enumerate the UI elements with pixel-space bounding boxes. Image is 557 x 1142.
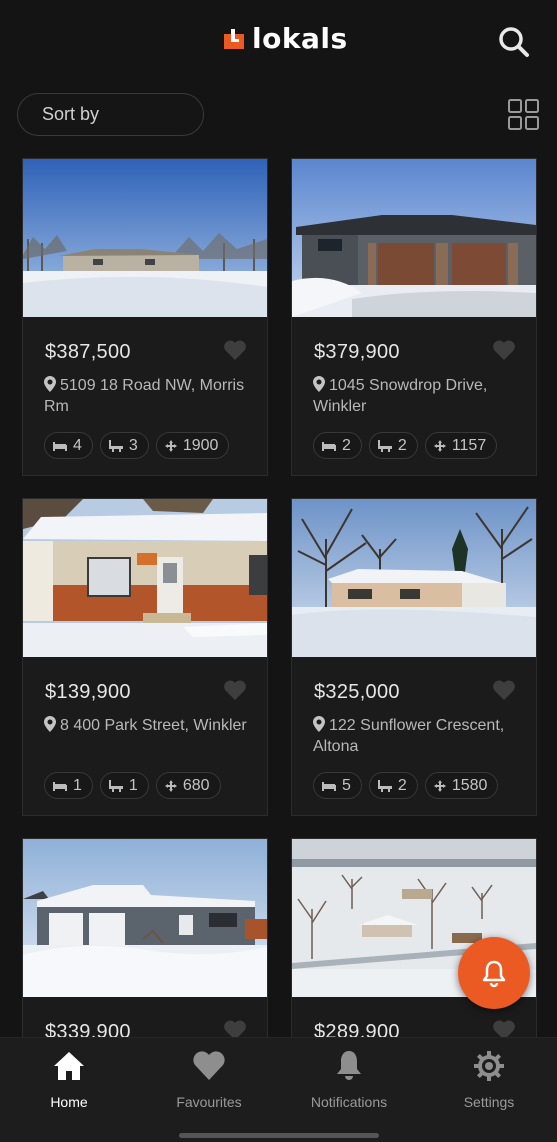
listing-address-text: 8 400 Park Street, Winkler — [60, 717, 247, 734]
baths-count: 1 — [99, 772, 149, 799]
bath-icon — [108, 779, 123, 792]
gear-icon — [474, 1051, 504, 1081]
bed-icon — [53, 441, 67, 451]
tab-settings[interactable]: Settings — [429, 1048, 549, 1118]
brand-name: lokals — [252, 22, 348, 55]
listing-address: 5109 18 Road NW, Morris Rm — [44, 375, 259, 417]
sqft-count: 1900 — [155, 432, 230, 459]
beds-count: 4 — [44, 432, 93, 459]
tab-favourites[interactable]: Favourites — [149, 1048, 269, 1118]
sqft-value: 1900 — [182, 436, 219, 454]
sqft-value: 1157 — [451, 436, 487, 454]
listing-photo — [23, 839, 267, 997]
beds-value: 4 — [73, 436, 82, 454]
sqft-count: 1157 — [424, 432, 498, 459]
listing-address: 8 400 Park Street, Winkler — [44, 715, 259, 736]
beds-count: 1 — [44, 772, 93, 799]
favourite-heart-icon[interactable] — [492, 339, 516, 361]
listing-card[interactable]: $387,500 5109 18 Road NW, Morris Rm 4 3 … — [22, 158, 268, 476]
listing-address-text: 122 Sunflower Crescent, Altona — [313, 717, 505, 755]
area-arrows-icon — [433, 439, 446, 452]
tab-notifications[interactable]: Notifications — [289, 1048, 409, 1118]
listing-photo — [23, 159, 267, 317]
baths-value: 3 — [128, 436, 138, 454]
listing-stats: 1 1 680 — [44, 772, 221, 799]
listing-card[interactable]: $139,900 8 400 Park Street, Winkler 1 1 … — [22, 498, 268, 816]
logo-icon — [224, 28, 244, 49]
bed-icon — [322, 441, 336, 451]
baths-count: 3 — [99, 432, 149, 459]
home-indicator[interactable] — [179, 1133, 379, 1138]
search-icon[interactable] — [496, 24, 532, 60]
tab-notifications-label: Notifications — [310, 1094, 388, 1110]
listing-price: $325,000 — [314, 681, 400, 703]
sort-by-button[interactable]: Sort by — [17, 93, 204, 136]
listing-address-text: 1045 Snowdrop Drive, Winkler — [313, 377, 488, 415]
listing-price: $139,900 — [45, 681, 131, 703]
bed-icon — [53, 781, 67, 791]
baths-count: 2 — [368, 772, 418, 799]
sort-by-label: Sort by — [42, 104, 100, 124]
tab-settings-label: Settings — [463, 1094, 515, 1110]
beds-value: 2 — [342, 436, 351, 454]
baths-count: 2 — [368, 432, 418, 459]
heart-icon — [193, 1051, 225, 1080]
area-arrows-icon — [433, 779, 446, 792]
bell-icon — [482, 960, 506, 988]
grid-view-icon[interactable] — [506, 97, 542, 133]
listing-address: 122 Sunflower Crescent, Altona — [313, 715, 528, 757]
listing-card[interactable]: $325,000 122 Sunflower Crescent, Altona … — [291, 498, 537, 816]
listing-photo — [23, 499, 267, 657]
create-alert-button[interactable] — [458, 937, 530, 1009]
bath-icon — [108, 439, 123, 452]
bath-icon — [377, 779, 392, 792]
bath-icon — [377, 439, 392, 452]
listing-address-text: 5109 18 Road NW, Morris Rm — [44, 377, 245, 415]
bell-icon — [337, 1051, 361, 1080]
location-pin-icon — [313, 376, 325, 392]
listing-stats: 5 2 1580 — [313, 772, 499, 799]
listing-stats: 2 2 1157 — [313, 432, 498, 459]
listing-photo — [292, 159, 536, 317]
baths-value: 2 — [397, 776, 407, 794]
area-arrows-icon — [164, 439, 177, 452]
favourite-heart-icon[interactable] — [223, 679, 247, 701]
beds-value: 5 — [342, 776, 351, 794]
beds-count: 5 — [313, 772, 362, 799]
location-pin-icon — [44, 376, 56, 392]
listing-card[interactable]: $379,900 1045 Snowdrop Drive, Winkler 2 … — [291, 158, 537, 476]
sqft-value: 1580 — [451, 776, 488, 794]
home-icon — [54, 1052, 84, 1080]
listing-photo — [292, 499, 536, 657]
sqft-count: 1580 — [424, 772, 499, 799]
sqft-value: 680 — [182, 776, 210, 794]
baths-value: 1 — [128, 776, 138, 794]
brand-logo: lokals — [222, 22, 348, 55]
favourite-heart-icon[interactable] — [223, 339, 247, 361]
sqft-count: 680 — [155, 772, 221, 799]
location-pin-icon — [313, 716, 325, 732]
area-arrows-icon — [164, 779, 177, 792]
tab-home-label: Home — [50, 1094, 88, 1110]
baths-value: 2 — [397, 436, 407, 454]
location-pin-icon — [44, 716, 56, 732]
tab-favourites-label: Favourites — [176, 1094, 242, 1110]
listing-price: $379,900 — [314, 341, 400, 363]
app-header: lokals — [0, 0, 557, 80]
bed-icon — [322, 781, 336, 791]
listing-address: 1045 Snowdrop Drive, Winkler — [313, 375, 528, 417]
tab-home[interactable]: Home — [9, 1048, 129, 1118]
bottom-tab-bar: Home Favourites Notifications Settings — [0, 1037, 557, 1142]
beds-value: 1 — [73, 776, 82, 794]
listing-stats: 4 3 1900 — [44, 432, 230, 459]
listing-price: $387,500 — [45, 341, 131, 363]
favourite-heart-icon[interactable] — [492, 679, 516, 701]
beds-count: 2 — [313, 432, 362, 459]
